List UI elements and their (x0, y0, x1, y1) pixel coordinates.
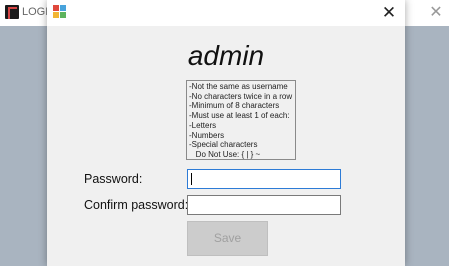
rule-line: -Letters (189, 120, 217, 130)
rule-line: -Numbers (189, 130, 225, 140)
rule-line: -Not the same as username (189, 82, 288, 91)
app-icon (5, 5, 19, 19)
confirm-password-label: Confirm password: (84, 198, 189, 212)
rule-line: -Minimum of 8 characters (189, 101, 280, 111)
form-icon (53, 5, 67, 19)
change-password-dialog: ✕ admin -Not the same as username -No ch… (47, 0, 405, 266)
password-field[interactable] (187, 169, 341, 189)
background-close-icon[interactable]: ✕ (426, 3, 446, 23)
rule-line: -Must use at least 1 of each: (189, 111, 290, 121)
rule-line: -No characters twice in a row (189, 91, 293, 101)
text-caret (191, 173, 192, 185)
password-label: Password: (84, 172, 143, 186)
dialog-titlebar: ✕ (47, 0, 405, 26)
save-button[interactable]: Save (187, 221, 268, 256)
rule-line: -Special characters (189, 140, 258, 150)
password-rules-box: -Not the same as username -No characters… (186, 80, 296, 160)
confirm-password-field[interactable] (187, 195, 341, 215)
rule-line: Do Not Use: { | } ~ (189, 149, 261, 159)
username-heading: admin (187, 40, 265, 71)
close-icon[interactable]: ✕ (377, 2, 401, 24)
